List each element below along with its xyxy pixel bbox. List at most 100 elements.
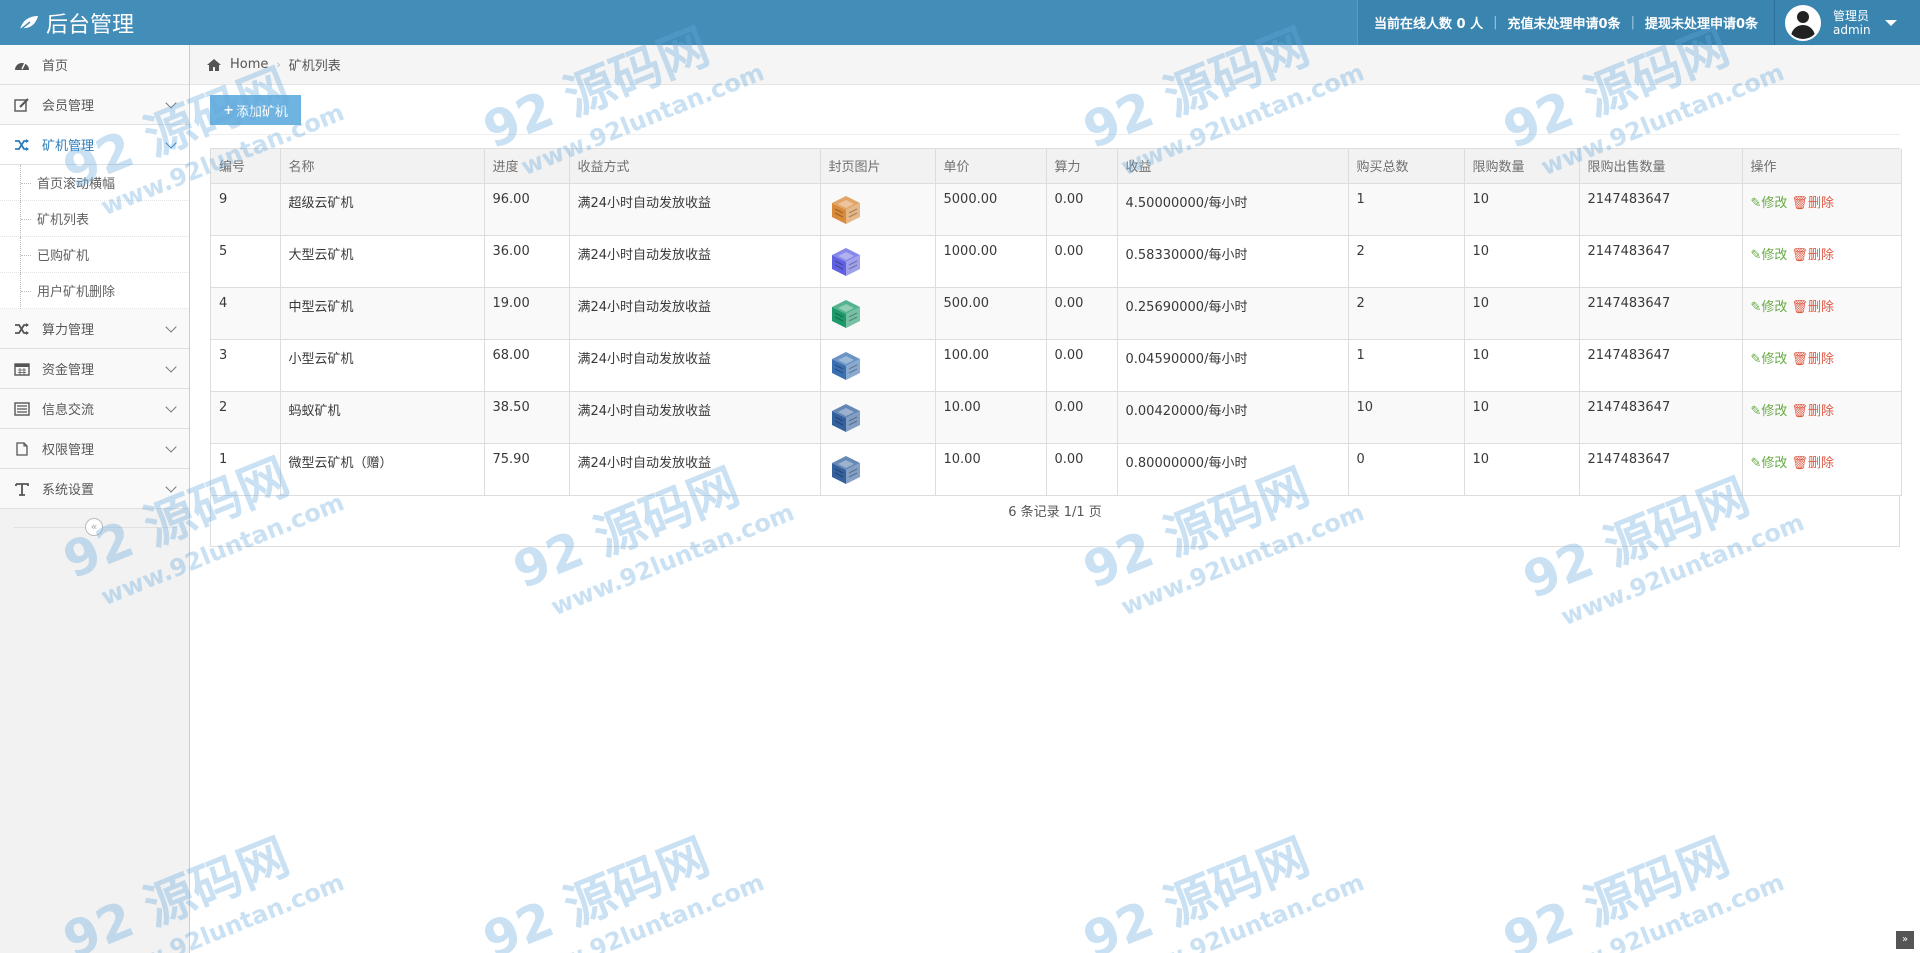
delete-button[interactable]: 🗑删除: [1791, 196, 1834, 211]
delete-button[interactable]: 🗑删除: [1791, 404, 1834, 419]
edit-button[interactable]: ✎修改: [1751, 456, 1788, 471]
pencil-icon: ✎: [1750, 455, 1762, 471]
miner-image: [831, 299, 860, 328]
sidebar-item-hashpower[interactable]: 算力管理: [0, 309, 189, 349]
brand[interactable]: 后台管理: [18, 0, 134, 45]
pencil-icon: ✎: [1750, 403, 1762, 419]
column-header[interactable]: 收益: [1117, 149, 1349, 184]
cover-image-cell: [820, 443, 936, 496]
pencil-icon: ✎: [1750, 351, 1762, 367]
table-cell: 满24小时自动发放收益: [569, 443, 821, 496]
table-cell: 1: [1348, 183, 1465, 236]
actions-cell: ✎修改 🗑删除: [1742, 183, 1902, 236]
dashboard-icon: [12, 57, 32, 73]
add-miner-button[interactable]: + 添加矿机: [210, 95, 301, 125]
table-cell: 0.00: [1046, 339, 1118, 392]
cover-image-cell: [820, 391, 936, 444]
trash-icon: 🗑: [1791, 351, 1808, 367]
miner-image: [831, 247, 860, 276]
table-cell: 0.04590000/每小时: [1117, 339, 1349, 392]
scroll-top-icon[interactable]: »: [1896, 931, 1914, 949]
online-count[interactable]: 当前在线人数 0 人: [1364, 13, 1493, 32]
column-header[interactable]: 限购数量: [1464, 149, 1580, 184]
table-cell: 0: [1348, 443, 1465, 496]
edit-button[interactable]: ✎修改: [1751, 300, 1788, 315]
table-cell: 2147483647: [1579, 339, 1743, 392]
table-cell: 10: [1464, 183, 1580, 236]
miners-submenu: 首页滚动横幅 矿机列表 已购矿机 用户矿机删除: [0, 165, 189, 309]
table-cell: 满24小时自动发放收益: [569, 391, 821, 444]
double-left-icon[interactable]: «: [85, 518, 103, 536]
actions-cell: ✎修改 🗑删除: [1742, 339, 1902, 392]
edit-button[interactable]: ✎修改: [1751, 248, 1788, 263]
sidebar-item-permissions[interactable]: 权限管理: [0, 429, 189, 469]
stats-bar: 当前在线人数 0 人 | 充值未处理申请0条 | 提现未处理申请0条: [1357, 0, 1774, 45]
withdraw-pending[interactable]: 提现未处理申请0条: [1635, 13, 1768, 32]
table-cell: 中型云矿机: [280, 287, 485, 340]
table-cell: 2147483647: [1579, 235, 1743, 288]
column-header: 操作: [1742, 149, 1902, 184]
table-row: 3 小型云矿机 68.00 满24小时自动发放收益 100.00 0.00 0.045900…: [211, 339, 1902, 392]
table-cell: 38.50: [484, 391, 570, 444]
table-cell: 0.00420000/每小时: [1117, 391, 1349, 444]
table-cell: 1000.00: [935, 235, 1047, 288]
sidebar-item-home[interactable]: 首页: [0, 45, 189, 85]
actions-cell: ✎修改 🗑删除: [1742, 391, 1902, 444]
sidebar-item-funds[interactable]: 资金管理: [0, 349, 189, 389]
trash-icon: 🗑: [1791, 299, 1808, 315]
submenu-item-purchased[interactable]: 已购矿机: [0, 237, 189, 273]
shuffle-icon: [12, 137, 32, 153]
sidebar-item-miners[interactable]: 矿机管理: [0, 125, 189, 165]
sidebar-item-members[interactable]: 会员管理: [0, 85, 189, 125]
table-cell: 2147483647: [1579, 443, 1743, 496]
sidebar-label: 首页: [42, 59, 69, 74]
table-cell: 10: [1464, 235, 1580, 288]
home-icon[interactable]: [206, 58, 222, 72]
chevron-down-icon: [165, 441, 177, 453]
chevron-down-icon: [165, 361, 177, 373]
table-row: 1 微型云矿机（赠） 75.90 满24小时自动发放收益 10.00 0.00 0.8000…: [211, 443, 1902, 496]
leaf-icon: [19, 15, 38, 31]
column-header[interactable]: 限购出售数量: [1579, 149, 1743, 184]
edit-button[interactable]: ✎修改: [1751, 352, 1788, 367]
edit-button[interactable]: ✎修改: [1751, 404, 1788, 419]
submenu-item-user-miner-delete[interactable]: 用户矿机删除: [0, 273, 189, 309]
submenu-item-miner-list[interactable]: 矿机列表: [0, 201, 189, 237]
plus-icon: +: [223, 102, 234, 118]
table-row: 4 中型云矿机 19.00 满24小时自动发放收益 500.00 0.00 0.256900…: [211, 287, 1902, 340]
delete-button[interactable]: 🗑删除: [1791, 456, 1834, 471]
user-menu[interactable]: 管理员 admin: [1774, 0, 1920, 45]
column-header[interactable]: 进度: [484, 149, 570, 184]
sidebar-item-settings[interactable]: 系统设置: [0, 469, 189, 509]
recharge-pending[interactable]: 充值未处理申请0条: [1498, 13, 1631, 32]
breadcrumb: Home › 矿机列表: [190, 45, 1920, 85]
delete-button[interactable]: 🗑删除: [1791, 300, 1834, 315]
delete-button[interactable]: 🗑删除: [1791, 352, 1834, 367]
sidebar-item-messages[interactable]: 信息交流: [0, 389, 189, 429]
shuffle-icon: [12, 321, 32, 337]
table-header-row: 编号 名称 进度 收益方式 封页图片 单价 算力 收益 购买总数 限购数量 限购…: [211, 149, 1902, 184]
trash-icon: 🗑: [1791, 403, 1808, 419]
sidebar-label: 矿机管理: [42, 139, 95, 154]
chevron-down-icon: [165, 137, 177, 149]
calendar-icon: [12, 361, 32, 377]
delete-button[interactable]: 🗑删除: [1791, 248, 1834, 263]
submenu-item-banner[interactable]: 首页滚动横幅: [0, 165, 189, 201]
sidebar: 首页 会员管理 矿机管理 首页滚动横幅 矿机列表 已购矿机 用户矿机删除 算力管…: [0, 45, 190, 953]
table-cell: 19.00: [484, 287, 570, 340]
divider: [210, 134, 1900, 135]
edit-button[interactable]: ✎修改: [1751, 196, 1788, 211]
column-header[interactable]: 算力: [1046, 149, 1118, 184]
watermark: 92 源码网 www.92luntan.com: [475, 827, 769, 953]
table-cell: 100.00: [935, 339, 1047, 392]
column-header[interactable]: 收益方式: [569, 149, 821, 184]
breadcrumb-home[interactable]: Home: [230, 57, 268, 72]
column-header[interactable]: 单价: [935, 149, 1047, 184]
column-header[interactable]: 封页图片: [820, 149, 936, 184]
top-navbar: 后台管理 当前在线人数 0 人 | 充值未处理申请0条 | 提现未处理申请0条 …: [0, 0, 1920, 45]
trash-icon: 🗑: [1791, 195, 1808, 211]
column-header[interactable]: 购买总数: [1348, 149, 1465, 184]
column-header[interactable]: 名称: [280, 149, 485, 184]
table-cell: 96.00: [484, 183, 570, 236]
column-header[interactable]: 编号: [211, 149, 281, 184]
